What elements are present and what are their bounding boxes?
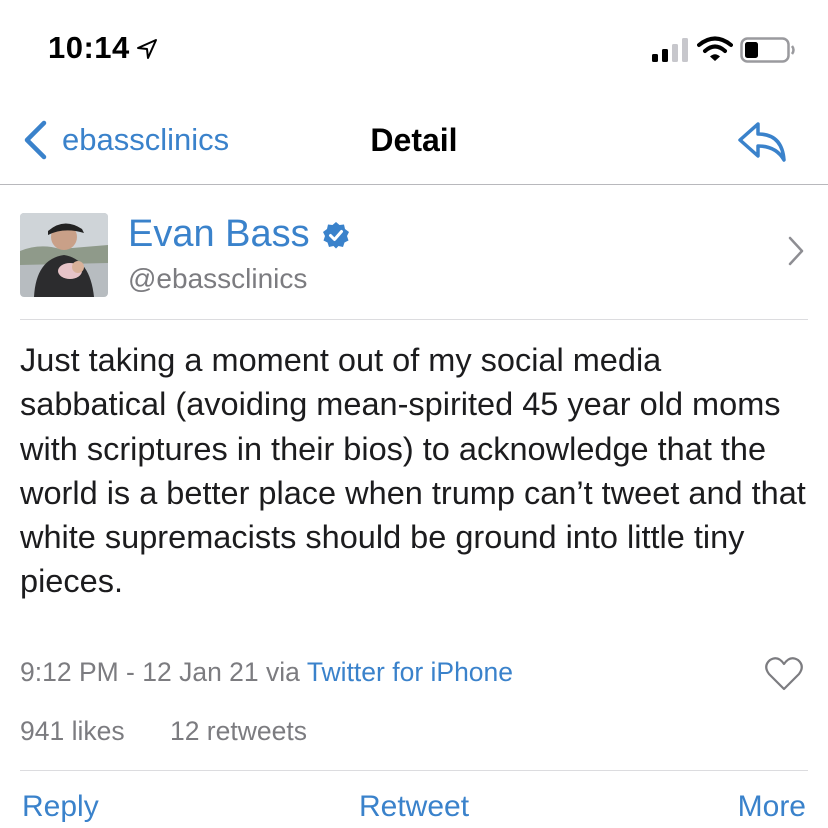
wifi-icon	[697, 36, 733, 61]
display-name-group: Evan Bass	[128, 213, 350, 256]
handle: @ebassclinics	[128, 263, 308, 294]
profile-row[interactable]: Evan Bass @ebassclinics	[20, 185, 808, 320]
location-arrow-icon	[137, 39, 157, 59]
action-bar: Retweet Reply More	[0, 770, 828, 828]
reply-button[interactable]: Reply	[22, 790, 99, 824]
navigation-bar: ebassclinics Detail	[0, 100, 828, 185]
tweet-stats: 941 likes 12 retweets	[20, 716, 307, 747]
tweet-source-link[interactable]: Twitter for iPhone	[307, 657, 513, 687]
tweet-via: via	[266, 657, 300, 687]
verified-badge-icon	[322, 221, 349, 248]
display-name: Evan Bass	[128, 213, 310, 255]
status-time: 10:14	[48, 30, 130, 65]
retweet-button[interactable]: Retweet	[0, 790, 828, 824]
chevron-right-icon	[788, 236, 804, 266]
avatar[interactable]	[20, 213, 108, 297]
likes-count[interactable]: 941 likes	[20, 716, 125, 746]
page-title: Detail	[370, 122, 458, 158]
battery-icon	[740, 37, 795, 63]
signal-bars-icon	[652, 38, 688, 62]
tweet-timestamp: 9:12 PM - 12 Jan 21	[20, 657, 259, 687]
more-button[interactable]: More	[738, 790, 806, 824]
tweet-text: Just taking a moment out of my social me…	[20, 342, 806, 600]
retweets-count[interactable]: 12 retweets	[170, 716, 307, 746]
heart-outline-icon[interactable]	[764, 656, 804, 692]
status-bar: 10:14	[0, 0, 828, 100]
tweet-meta: 9:12 PM - 12 Jan 21 via Twitter for iPho…	[20, 657, 513, 688]
reply-arrow-icon[interactable]	[736, 120, 788, 164]
